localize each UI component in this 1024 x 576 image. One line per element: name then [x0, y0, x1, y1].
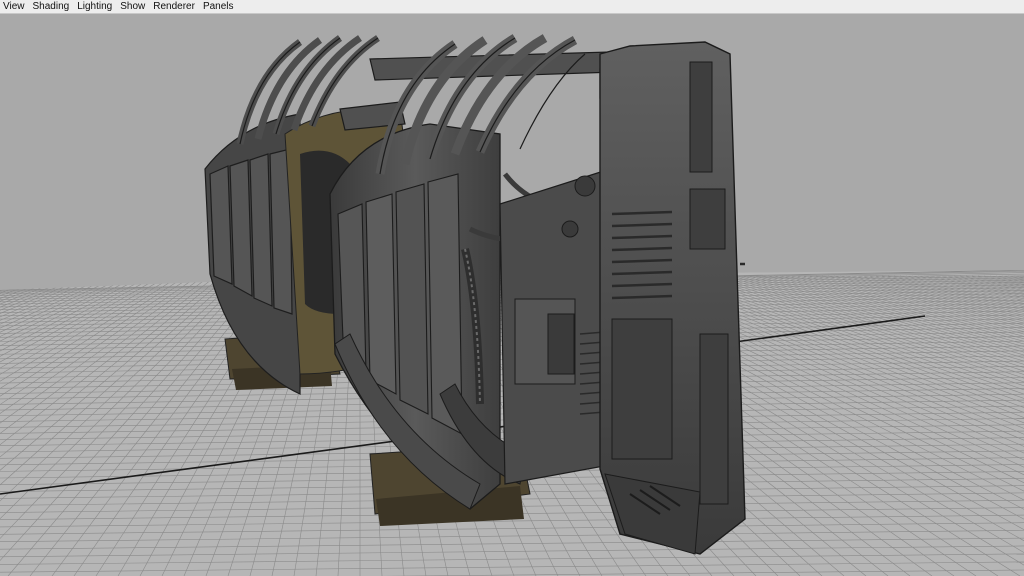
menu-shading[interactable]: Shading	[29, 0, 74, 14]
menu-view[interactable]: View	[0, 0, 29, 14]
menu-show[interactable]: Show	[116, 0, 149, 14]
viewport-canvas	[0, 34, 1024, 576]
menu-panels[interactable]: Panels	[199, 0, 238, 14]
menu-lighting[interactable]: Lighting	[73, 0, 116, 14]
maya-viewport-window: View Shading Lighting Show Renderer Pane…	[0, 0, 1024, 576]
menu-renderer[interactable]: Renderer	[149, 0, 199, 14]
panel-menubar: View Shading Lighting Show Renderer Pane…	[0, 0, 1024, 14]
3d-viewport[interactable]	[0, 14, 1024, 576]
